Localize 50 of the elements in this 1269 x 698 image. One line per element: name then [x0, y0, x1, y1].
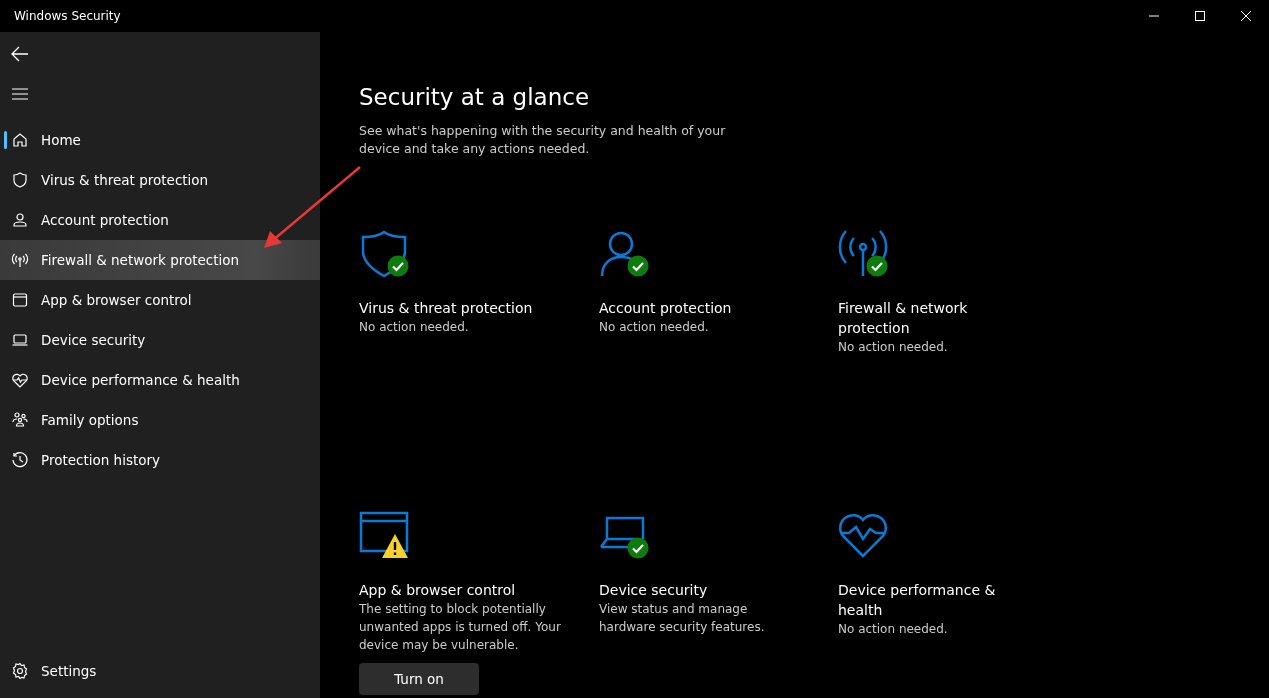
card-description: No action needed. [838, 339, 949, 356]
turn-on-button[interactable]: Turn on [359, 663, 479, 695]
window-icon [11, 291, 29, 309]
nav-label: Settings [41, 663, 97, 679]
settings-item[interactable]: Settings [0, 651, 320, 691]
nav-label: Family options [41, 412, 139, 428]
card-title: Device performance & health [838, 581, 997, 620]
card-title: Device security [599, 581, 709, 600]
history-icon [11, 451, 29, 469]
nav-label: Account protection [41, 212, 169, 228]
settings-icon [11, 662, 29, 680]
card-description: No action needed. [838, 621, 949, 638]
window-title: Windows Security [13, 9, 121, 23]
nav-item[interactable]: App & browser control [0, 280, 320, 320]
card-description: No action needed. [359, 319, 470, 336]
close-icon [1241, 11, 1251, 21]
family-icon [11, 411, 29, 429]
card-description: No action needed. [599, 319, 710, 336]
nav-item[interactable]: Family options [0, 400, 320, 440]
nav-label: Device performance & health [41, 372, 240, 388]
nav-label: Home [41, 132, 81, 148]
nav-item[interactable]: Device security [0, 320, 320, 360]
heart-pulse-icon [11, 371, 29, 389]
nav-label: Device security [41, 332, 146, 348]
card-title: Firewall & network protection [838, 299, 969, 338]
page-subtitle: See what's happening with the security and health of your device and take any actions needed. [359, 122, 727, 158]
antenna-icon [11, 251, 29, 269]
nav-item[interactable]: Firewall & network protection [0, 240, 320, 280]
page-title: Security at a glance [359, 84, 591, 110]
shield-icon [11, 171, 29, 189]
card-title: App & browser control [359, 581, 517, 600]
nav-item[interactable]: Device performance & health [0, 360, 320, 400]
laptop-icon [11, 331, 29, 349]
back-arrow-icon [11, 46, 29, 62]
home-icon [11, 131, 29, 149]
nav-label: Virus & threat protection [41, 172, 209, 188]
nav-item[interactable]: Protection history [0, 440, 320, 480]
card-description: The setting to block potentially unwanted apps is turned off. Your device may be vulnerable. [359, 601, 562, 654]
maximize-icon [1195, 11, 1205, 21]
card-title: Account protection [599, 299, 733, 318]
person-icon [11, 211, 29, 229]
menu-icon [12, 88, 28, 100]
card-description: View status and manage hardware security features. [599, 601, 766, 636]
nav-item[interactable]: Account protection [0, 200, 320, 240]
card-title: Virus & threat protection [359, 299, 534, 318]
nav-label: Protection history [41, 452, 161, 468]
nav-item[interactable]: Home [0, 120, 320, 160]
nav-label: Firewall & network protection [41, 252, 240, 268]
nav-label: App & browser control [41, 292, 192, 308]
nav-item[interactable]: Virus & threat protection [0, 160, 320, 200]
